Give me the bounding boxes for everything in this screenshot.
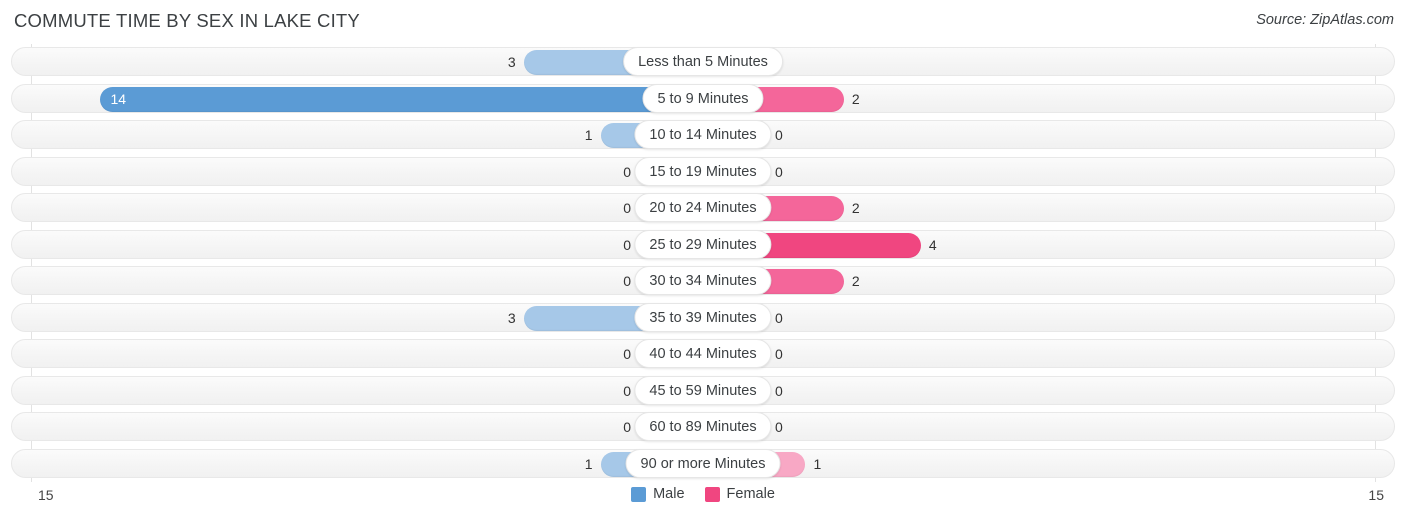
male-half: 0: [0, 415, 703, 440]
category-label-pill: 20 to 24 Minutes: [634, 193, 772, 222]
category-label-pill: 15 to 19 Minutes: [634, 156, 772, 186]
category-label-pill: 60 to 89 Minutes: [634, 412, 772, 441]
legend-male[interactable]: Male: [631, 486, 685, 502]
female-half: 0: [703, 378, 1406, 404]
female-half: 0: [703, 159, 1406, 185]
category-label-pill: 90 or more Minutes: [625, 448, 781, 478]
female-value-label: 1: [813, 455, 822, 472]
male-half: 1: [0, 451, 703, 477]
category-label-pill: 30 to 34 Minutes: [634, 266, 772, 295]
category-label-pill: 35 to 39 Minutes: [634, 302, 772, 332]
female-half: 0: [703, 123, 1406, 148]
bar-row: 3 0 35 to 39 Minutes: [0, 300, 1406, 337]
male-value-label: 0: [623, 163, 631, 180]
male-half: 3: [0, 305, 703, 331]
male-value-label: 0: [623, 382, 631, 399]
bar-row: 0 0 40 to 44 Minutes: [0, 336, 1406, 373]
male-half: 0: [0, 269, 703, 294]
category-label-pill: 40 to 44 Minutes: [634, 339, 772, 368]
female-value-label: 2: [851, 200, 860, 216]
female-value-label: 0: [775, 127, 783, 143]
male-value-label: 14: [110, 90, 127, 107]
male-half: 0: [0, 378, 703, 404]
male-half: 0: [0, 159, 703, 185]
female-half: 0: [703, 415, 1406, 440]
male-half: 0: [0, 196, 703, 221]
bar-row: 0 4 25 to 29 Minutes: [0, 227, 1406, 264]
bar-row: 0 0 45 to 59 Minutes: [0, 373, 1406, 410]
category-label-pill: 45 to 59 Minutes: [634, 375, 772, 405]
bar-row: 0 2 30 to 34 Minutes: [0, 263, 1406, 300]
legend-label: Male: [653, 486, 685, 502]
legend-swatch-icon: [631, 486, 647, 502]
bar-row: 14 2 5 to 9 Minutes: [0, 81, 1406, 118]
female-value-label: 4: [928, 236, 937, 253]
male-half: 1: [0, 123, 703, 148]
female-value-label: 2: [851, 273, 860, 289]
legend-female[interactable]: Female: [704, 486, 775, 502]
bar-rows: 30Less than 5 Minutes1425 to 9 Minutes10…: [0, 44, 1406, 482]
female-half: 0: [703, 50, 1406, 75]
legend-label: Female: [726, 486, 775, 502]
chart-footer: 15 15 Male Female: [0, 482, 1406, 522]
chart-plot-area: 30Less than 5 Minutes1425 to 9 Minutes10…: [0, 44, 1406, 482]
female-half: 4: [703, 232, 1406, 258]
chart-legend: Male Female: [0, 486, 1406, 502]
male-value-label: 0: [623, 200, 631, 216]
female-value-label: 0: [775, 419, 783, 435]
male-value-label: 3: [507, 309, 516, 326]
male-value-label: 3: [507, 54, 516, 70]
female-value-label: 0: [775, 382, 783, 399]
category-label-pill: 25 to 29 Minutes: [634, 229, 772, 259]
legend-swatch-icon: [704, 486, 720, 502]
male-value-label: 0: [623, 346, 631, 362]
male-half: 3: [0, 50, 703, 75]
bar-row: 1 0 10 to 14 Minutes: [0, 117, 1406, 154]
female-half: 2: [703, 269, 1406, 294]
category-label-pill: 5 to 9 Minutes: [642, 83, 764, 113]
female-half: 1: [703, 451, 1406, 477]
category-label-pill: 10 to 14 Minutes: [634, 120, 772, 149]
female-half: 2: [703, 86, 1406, 112]
female-half: 0: [703, 305, 1406, 331]
page-title: COMMUTE TIME BY SEX IN LAKE CITY: [14, 10, 360, 31]
male-value-label: 1: [584, 127, 593, 143]
female-value-label: 0: [775, 309, 783, 326]
bar-row: 0 0 15 to 19 Minutes: [0, 154, 1406, 191]
female-half: 2: [703, 196, 1406, 221]
male-bar[interactable]: [100, 86, 703, 112]
bar-row: 0 2 20 to 24 Minutes: [0, 190, 1406, 227]
female-value-label: 0: [775, 163, 783, 180]
male-value-label: 1: [584, 455, 593, 472]
bar-row: 1 1 90 or more Minutes: [0, 446, 1406, 483]
male-value-label: 0: [623, 236, 631, 253]
male-value-label: 0: [623, 419, 631, 435]
male-half: 0: [0, 232, 703, 258]
bar-row: 0 0 60 to 89 Minutes: [0, 409, 1406, 446]
male-half: 0: [0, 342, 703, 367]
female-value-label: 2: [851, 90, 860, 107]
female-value-label: 0: [775, 346, 783, 362]
male-value-label: 0: [623, 273, 631, 289]
chart-header: COMMUTE TIME BY SEX IN LAKE CITY Source:…: [0, 0, 1406, 44]
bar-row: 3 0Less than 5 Minutes: [0, 44, 1406, 81]
female-half: 0: [703, 342, 1406, 367]
category-label-pill: Less than 5 Minutes: [623, 47, 783, 76]
source-attribution: Source: ZipAtlas.com: [1256, 12, 1394, 28]
male-half: 14: [0, 86, 703, 112]
